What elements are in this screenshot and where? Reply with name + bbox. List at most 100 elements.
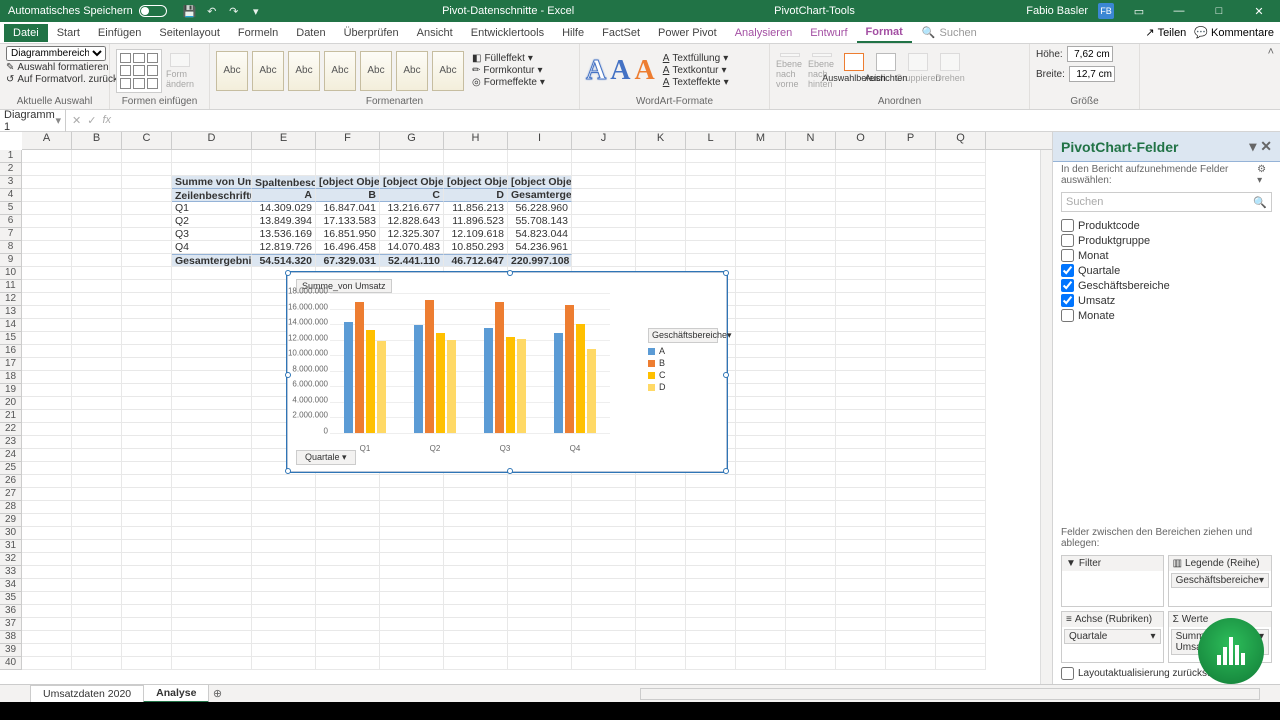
collapse-ribbon-icon[interactable]: ˄ xyxy=(1268,46,1274,58)
tab-powerpivot[interactable]: Power Pivot xyxy=(649,24,726,42)
field-checkbox[interactable]: Produktcode xyxy=(1061,218,1272,233)
enter-fx-icon[interactable]: ✓ xyxy=(87,114,96,127)
shapes-gallery[interactable] xyxy=(116,49,162,93)
row-header[interactable]: 8 xyxy=(0,241,21,254)
col-header[interactable]: D xyxy=(172,132,252,149)
col-header[interactable]: Q xyxy=(936,132,986,149)
shape-effects-button[interactable]: ◎ Formeffekte ▾ xyxy=(472,77,545,88)
row-header[interactable]: 9 xyxy=(0,254,21,267)
row-header[interactable]: 24 xyxy=(0,449,21,462)
row-header[interactable]: 5 xyxy=(0,202,21,215)
row-header[interactable]: 35 xyxy=(0,592,21,605)
area-item-axis[interactable]: Quartale▾ xyxy=(1064,629,1161,644)
col-header[interactable]: N xyxy=(786,132,836,149)
worksheet-grid[interactable]: ABCDEFGHIJKLMNOPQ 1234567891011121314151… xyxy=(0,132,1052,684)
row-header[interactable]: 16 xyxy=(0,345,21,358)
row-header[interactable]: 1 xyxy=(0,150,21,163)
col-header[interactable]: A xyxy=(22,132,72,149)
shape-fill-button[interactable]: ◧ Fülleffekt ▾ xyxy=(472,53,545,64)
row-header[interactable]: 19 xyxy=(0,384,21,397)
tab-entwicklertools[interactable]: Entwicklertools xyxy=(462,24,553,42)
row-header[interactable]: 31 xyxy=(0,540,21,553)
redo-icon[interactable]: ↷ xyxy=(227,4,241,18)
shape-outline-button[interactable]: ✏ Formkontur ▾ xyxy=(472,65,545,76)
shape-style-4[interactable]: Abc xyxy=(324,51,356,91)
col-header[interactable]: K xyxy=(636,132,686,149)
tab-einfuegen[interactable]: Einfügen xyxy=(89,24,150,42)
tab-daten[interactable]: Daten xyxy=(287,24,334,42)
field-checkbox[interactable]: Produktgruppe xyxy=(1061,233,1272,248)
shape-style-1[interactable]: Abc xyxy=(216,51,248,91)
row-header[interactable]: 11 xyxy=(0,280,21,293)
tell-me-search[interactable]: 🔍 Suchen xyxy=(922,26,977,39)
user-badge[interactable]: FB xyxy=(1098,3,1114,19)
chart-legend[interactable]: Geschäftsbereiche▾ ABCD xyxy=(648,328,718,394)
vertical-scrollbar[interactable] xyxy=(1040,150,1052,684)
wordart-style-1[interactable]: A xyxy=(586,55,606,87)
row-header[interactable]: 28 xyxy=(0,501,21,514)
row-header[interactable]: 12 xyxy=(0,293,21,306)
text-fill-button[interactable]: A Textfüllung ▾ xyxy=(663,53,729,64)
row-header[interactable]: 17 xyxy=(0,358,21,371)
user-name[interactable]: Fabio Basler xyxy=(1026,5,1088,17)
tab-analysieren[interactable]: Analysieren xyxy=(726,24,801,42)
fieldpane-close-icon[interactable]: ✕ xyxy=(1260,138,1272,154)
col-header[interactable]: F xyxy=(316,132,380,149)
row-header[interactable]: 32 xyxy=(0,553,21,566)
row-header[interactable]: 26 xyxy=(0,475,21,488)
col-header[interactable]: G xyxy=(380,132,444,149)
shape-style-3[interactable]: Abc xyxy=(288,51,320,91)
row-header[interactable]: 6 xyxy=(0,215,21,228)
row-header[interactable]: 13 xyxy=(0,306,21,319)
col-header[interactable]: P xyxy=(886,132,936,149)
name-box[interactable]: Diagramm 1▾ xyxy=(0,109,66,133)
tab-ansicht[interactable]: Ansicht xyxy=(408,24,462,42)
share-button[interactable]: ↗ Teilen xyxy=(1145,26,1186,39)
wordart-style-3[interactable]: A xyxy=(634,55,654,87)
selection-pane-button[interactable]: Auswahlbereich xyxy=(840,53,868,89)
row-header[interactable]: 33 xyxy=(0,566,21,579)
comments-button[interactable]: 💬 Kommentare xyxy=(1194,26,1274,39)
autosave-toggle[interactable] xyxy=(139,5,167,17)
sheet-tab-umsatzdaten[interactable]: Umsatzdaten 2020 xyxy=(30,685,144,703)
row-header[interactable]: 40 xyxy=(0,657,21,670)
shape-style-6[interactable]: Abc xyxy=(396,51,428,91)
row-header[interactable]: 27 xyxy=(0,488,21,501)
row-header[interactable]: 21 xyxy=(0,410,21,423)
row-header[interactable]: 39 xyxy=(0,644,21,657)
field-search[interactable]: Suchen🔍 xyxy=(1061,192,1272,212)
shape-style-5[interactable]: Abc xyxy=(360,51,392,91)
tab-format[interactable]: Format xyxy=(857,23,912,43)
maximize-icon[interactable]: □ xyxy=(1204,0,1234,22)
row-header[interactable]: 3 xyxy=(0,176,21,189)
text-effects-button[interactable]: A Texteffekte ▾ xyxy=(663,77,729,88)
tab-hilfe[interactable]: Hilfe xyxy=(553,24,593,42)
row-header[interactable]: 2 xyxy=(0,163,21,176)
tab-file[interactable]: Datei xyxy=(4,24,48,42)
width-input[interactable] xyxy=(1069,66,1115,82)
ribbon-options-icon[interactable]: ▭ xyxy=(1124,0,1154,22)
fieldpane-options-icon[interactable]: ▾ xyxy=(1249,138,1256,154)
row-header[interactable]: 14 xyxy=(0,319,21,332)
area-item-legend[interactable]: Geschäftsbereiche▾ xyxy=(1171,573,1269,588)
shape-style-2[interactable]: Abc xyxy=(252,51,284,91)
col-header[interactable]: J xyxy=(572,132,636,149)
text-outline-button[interactable]: A Textkontur ▾ xyxy=(663,65,729,76)
pivot-chart[interactable]: Summe_von Umsatz 18.000.00016.000.00014.… xyxy=(287,272,727,472)
undo-icon[interactable]: ↶ xyxy=(205,4,219,18)
row-header[interactable]: 22 xyxy=(0,423,21,436)
qat-more-icon[interactable]: ▾ xyxy=(249,4,263,18)
col-header[interactable]: C xyxy=(122,132,172,149)
tab-entwurf[interactable]: Entwurf xyxy=(801,24,856,42)
shape-style-7[interactable]: Abc xyxy=(432,51,464,91)
wordart-style-2[interactable]: A xyxy=(610,55,630,87)
area-filter[interactable]: ▼ Filter xyxy=(1061,555,1164,607)
tab-seitenlayout[interactable]: Seitenlayout xyxy=(150,24,229,42)
col-header[interactable]: H xyxy=(444,132,508,149)
height-input[interactable] xyxy=(1067,46,1113,62)
col-header[interactable]: B xyxy=(72,132,122,149)
minimize-icon[interactable]: — xyxy=(1164,0,1194,22)
add-sheet-button[interactable]: ⊕ xyxy=(208,687,226,700)
field-checkbox[interactable]: Monate xyxy=(1061,308,1272,323)
row-header[interactable]: 25 xyxy=(0,462,21,475)
